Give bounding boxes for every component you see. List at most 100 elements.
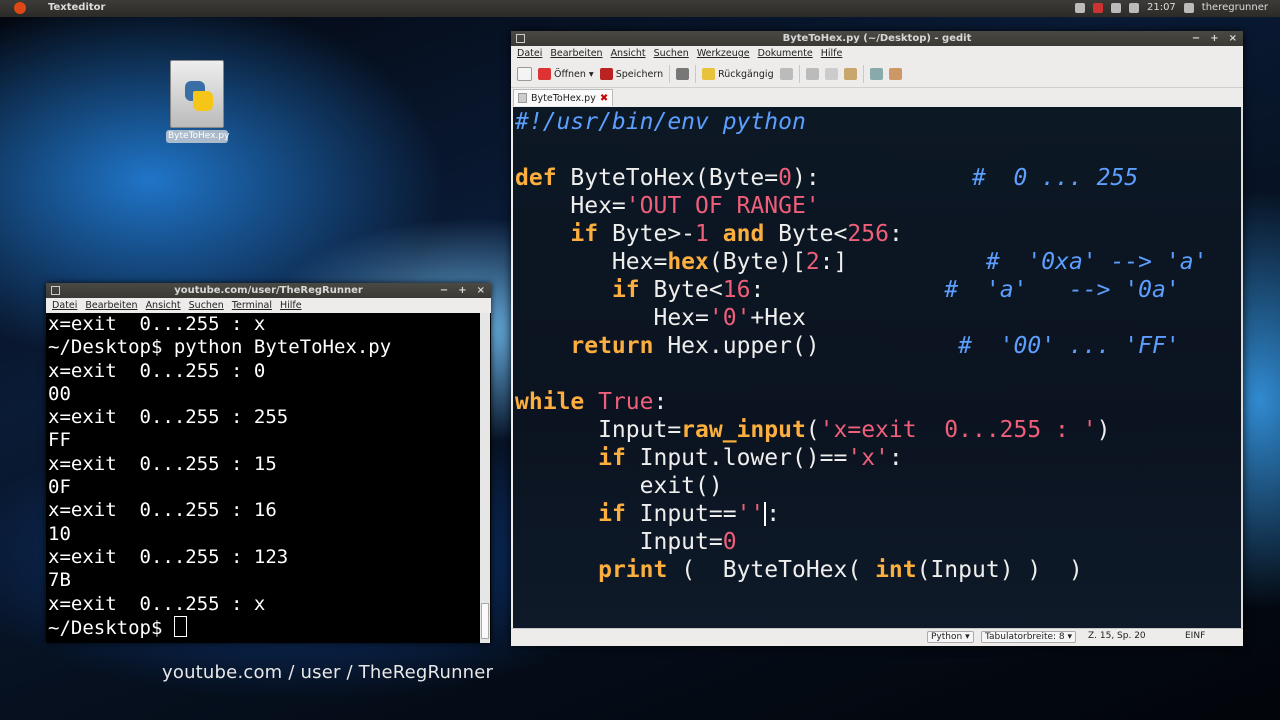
terminal-line: 10 bbox=[48, 522, 71, 545]
minimize-button[interactable]: − bbox=[1192, 31, 1200, 46]
menu-suchen[interactable]: Suchen bbox=[189, 298, 224, 313]
menu-bearbeiten[interactable]: Bearbeiten bbox=[550, 46, 602, 61]
close-tab-icon[interactable]: ✖ bbox=[600, 93, 608, 104]
language-select[interactable]: Python ▾ bbox=[927, 631, 974, 643]
code-line: Hex='OUT OF RANGE' bbox=[515, 193, 820, 219]
top-panel: Texteditor 21:07 theregrunner bbox=[0, 0, 1280, 17]
open-button[interactable]: Öffnen ▾ bbox=[538, 68, 594, 80]
gedit-window[interactable]: ByteToHex.py (~/Desktop) - gedit − + × D… bbox=[511, 31, 1243, 646]
code-line: print ( ByteToHex( int(Input) ) ) bbox=[598, 557, 1083, 583]
code-editor[interactable]: #!/usr/bin/env python def ByteToHex(Byte… bbox=[513, 107, 1241, 628]
document-icon bbox=[518, 93, 527, 103]
keyboard-icon[interactable] bbox=[1074, 2, 1085, 13]
menu-werkzeuge[interactable]: Werkzeuge bbox=[697, 46, 750, 61]
terminal-scroll-thumb[interactable] bbox=[481, 603, 489, 639]
document-tabs: ByteToHex.py ✖ bbox=[511, 88, 1243, 106]
terminal-titlebar[interactable]: youtube.com/user/TheRegRunner − + × bbox=[46, 283, 491, 298]
gedit-titlebar[interactable]: ByteToHex.py (~/Desktop) - gedit − + × bbox=[511, 31, 1243, 46]
menu-dokumente[interactable]: Dokumente bbox=[758, 46, 813, 61]
toolbar-separator bbox=[862, 65, 864, 83]
tab-width-select[interactable]: Tabulatorbreite: 8 ▾ bbox=[981, 631, 1077, 643]
user-name[interactable]: theregrunner bbox=[1202, 2, 1268, 13]
save-icon bbox=[599, 68, 613, 80]
tab-label: ByteToHex.py bbox=[531, 92, 596, 104]
print-icon[interactable] bbox=[676, 68, 690, 80]
toolbar-separator bbox=[695, 65, 697, 83]
code-line: Hex=hex(Byte)[2:] # '0xa' --> 'a' bbox=[515, 249, 1208, 275]
terminal-output[interactable]: x=exit 0...255 : x ~/Desktop$ python Byte… bbox=[46, 313, 480, 643]
terminal-icon bbox=[51, 286, 60, 295]
tab-bytetohex[interactable]: ByteToHex.py ✖ bbox=[513, 89, 614, 106]
code-line: if Input=='': bbox=[598, 501, 781, 527]
code-line: Hex='0'+Hex bbox=[515, 305, 806, 331]
paste-icon[interactable] bbox=[843, 68, 857, 80]
menu-hilfe[interactable]: Hilfe bbox=[821, 46, 843, 61]
terminal-scrollbar[interactable] bbox=[480, 313, 490, 643]
code-line: Input=0 bbox=[515, 529, 737, 555]
gedit-statusbar: Python ▾ Tabulatorbreite: 8 ▾ Z. 15, Sp.… bbox=[511, 628, 1243, 646]
network-icon[interactable] bbox=[1110, 2, 1121, 13]
menu-bearbeiten[interactable]: Bearbeiten bbox=[85, 298, 137, 313]
desktop-file-label: ByteToHex.py bbox=[166, 130, 230, 143]
ubuntu-logo-icon[interactable] bbox=[14, 2, 26, 14]
terminal-line: ~/Desktop$ python ByteToHex.py bbox=[48, 336, 392, 359]
code-line: def ByteToHex(Byte=0): # 0 ... 255 bbox=[515, 165, 1139, 191]
cut-icon[interactable] bbox=[805, 68, 819, 80]
terminal-line: x=exit 0...255 : 123 bbox=[48, 545, 289, 568]
maximize-button[interactable]: + bbox=[1210, 31, 1218, 46]
system-tray: 21:07 theregrunner bbox=[1074, 2, 1268, 13]
code-line: exit() bbox=[515, 473, 723, 499]
close-button[interactable]: × bbox=[1229, 31, 1237, 46]
power-icon[interactable] bbox=[1183, 2, 1194, 13]
maximize-button[interactable]: + bbox=[458, 283, 466, 298]
gedit-toolbar: Öffnen ▾ Speichern Rückgängig bbox=[511, 61, 1243, 88]
terminal-line: x=exit 0...255 : x bbox=[48, 313, 266, 335]
search-icon[interactable] bbox=[869, 68, 883, 80]
replace-icon[interactable] bbox=[888, 68, 902, 80]
mail-icon[interactable] bbox=[1092, 2, 1103, 13]
copy-icon[interactable] bbox=[824, 68, 838, 80]
menu-datei[interactable]: Datei bbox=[52, 298, 77, 313]
undo-button[interactable]: Rückgängig bbox=[702, 68, 774, 80]
terminal-line: 0F bbox=[48, 476, 71, 499]
menu-datei[interactable]: Datei bbox=[517, 46, 542, 61]
open-label: Öffnen bbox=[554, 68, 586, 80]
save-button[interactable]: Speichern bbox=[599, 68, 664, 80]
undo-icon bbox=[702, 68, 716, 80]
code-line: if Byte>-1 and Byte<256: bbox=[570, 221, 903, 247]
python-file-icon bbox=[170, 60, 224, 128]
code-line: Input=raw_input('x=exit 0...255 : ') bbox=[515, 417, 1111, 443]
terminal-prompt: ~/Desktop$ bbox=[48, 616, 174, 639]
code-line: if Byte<16: # 'a' --> '0a' bbox=[611, 277, 1180, 303]
new-document-icon[interactable] bbox=[517, 67, 532, 81]
terminal-window[interactable]: youtube.com/user/TheRegRunner − + × Date… bbox=[46, 283, 491, 643]
volume-icon[interactable] bbox=[1128, 2, 1139, 13]
menu-hilfe[interactable]: Hilfe bbox=[280, 298, 302, 313]
terminal-line: x=exit 0...255 : x bbox=[48, 592, 266, 615]
code-line: if Input.lower()=='x': bbox=[598, 445, 903, 471]
desktop-file-icon[interactable]: ByteToHex.py bbox=[166, 60, 230, 143]
close-button[interactable]: × bbox=[477, 283, 485, 298]
editor-scrollbar[interactable] bbox=[1241, 107, 1243, 628]
terminal-line: 00 bbox=[48, 382, 71, 405]
save-label: Speichern bbox=[615, 68, 664, 80]
menu-ansicht[interactable]: Ansicht bbox=[611, 46, 646, 61]
terminal-prompt-line[interactable]: ~/Desktop$ bbox=[48, 615, 480, 640]
redo-icon[interactable] bbox=[779, 68, 793, 80]
undo-label: Rückgängig bbox=[718, 68, 774, 80]
menu-ansicht[interactable]: Ansicht bbox=[146, 298, 181, 313]
terminal-line: x=exit 0...255 : 15 bbox=[48, 452, 277, 475]
code-line: return Hex.upper() # '00' ... 'FF' bbox=[570, 333, 1180, 359]
menu-terminal[interactable]: Terminal bbox=[232, 298, 272, 313]
terminal-line: x=exit 0...255 : 0 bbox=[48, 359, 266, 382]
menu-suchen[interactable]: Suchen bbox=[654, 46, 689, 61]
gedit-title: ByteToHex.py (~/Desktop) - gedit bbox=[782, 33, 972, 44]
toolbar-separator bbox=[798, 65, 800, 83]
clock[interactable]: 21:07 bbox=[1147, 2, 1176, 13]
active-app-title: Texteditor bbox=[48, 2, 106, 13]
insert-mode: EINF bbox=[1185, 631, 1206, 641]
chevron-down-icon[interactable]: ▾ bbox=[589, 69, 594, 80]
minimize-button[interactable]: − bbox=[440, 283, 448, 298]
